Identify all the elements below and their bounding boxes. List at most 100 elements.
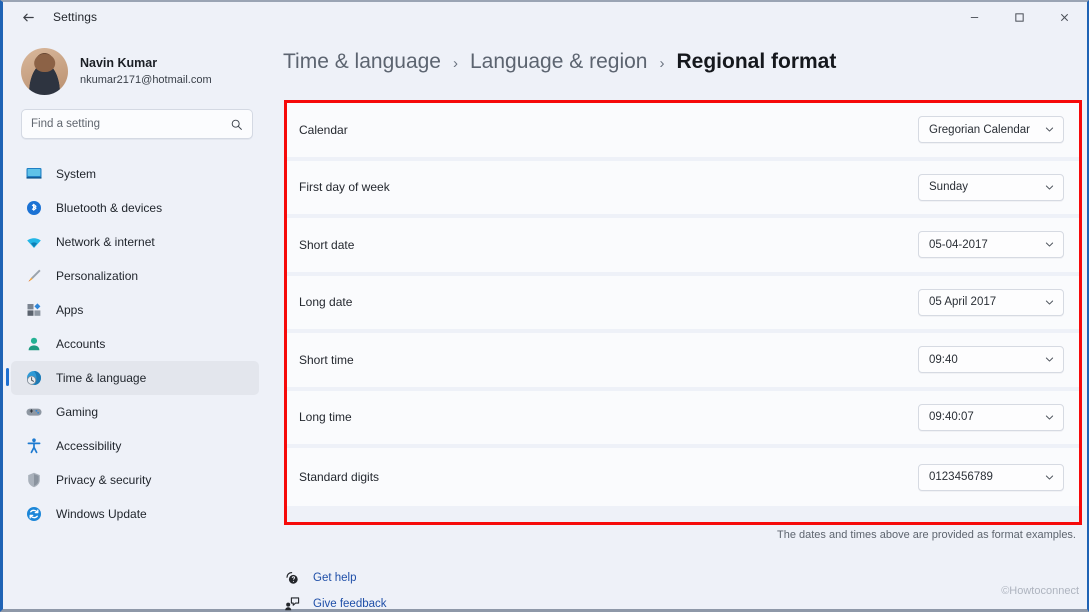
- dropdown-value: 09:40: [929, 353, 958, 366]
- chevron-down-icon: [1045, 127, 1054, 132]
- first-day-of-week-dropdown[interactable]: Sunday: [918, 173, 1064, 201]
- standard-digits-dropdown[interactable]: 0123456789: [918, 463, 1064, 491]
- page-title: Regional format: [676, 50, 837, 73]
- back-arrow-icon[interactable]: [13, 4, 43, 30]
- sidebar-item-label: Apps: [56, 303, 84, 317]
- sidebar-item-label: Accounts: [56, 337, 106, 351]
- format-examples-note: The dates and times above are provided a…: [777, 529, 1076, 541]
- app-title: Settings: [53, 10, 98, 24]
- wifi-icon: [27, 238, 41, 248]
- sidebar-item-gaming[interactable]: Gaming: [11, 395, 259, 429]
- window-controls: [952, 2, 1087, 32]
- paintbrush-icon: [28, 269, 41, 282]
- avatar: [21, 48, 68, 95]
- footer-link-label: Get help: [313, 572, 357, 584]
- sidebar-item-time-language[interactable]: Time & language: [6, 361, 259, 395]
- sidebar-item-label: Gaming: [56, 405, 99, 419]
- dropdown-value: 05 April 2017: [929, 296, 997, 309]
- profile-email: nkumar2171@hotmail.com: [80, 74, 212, 87]
- dropdown-value: 0123456789: [929, 471, 993, 483]
- sidebar-item-personalization[interactable]: Personalization: [11, 259, 259, 293]
- setting-row-calendar: Calendar Gregorian Calendar: [287, 103, 1079, 161]
- settings-window: Settings Navin Kumar nkumar2171@hotmail.…: [0, 0, 1089, 612]
- get-help-link[interactable]: Get help: [284, 565, 387, 591]
- sidebar-item-bluetooth-devices[interactable]: Bluetooth & devices: [11, 191, 259, 225]
- help-question-icon: [286, 572, 298, 584]
- sidebar: Navin Kumar nkumar2171@hotmail.com Syste…: [3, 32, 271, 609]
- setting-row-short-date: Short date 05-04-2017: [287, 218, 1079, 276]
- dropdown-value: Gregorian Calendar: [929, 123, 1031, 136]
- chevron-down-icon: [1045, 300, 1054, 305]
- title-bar: Settings: [3, 2, 1087, 32]
- sidebar-item-label: Bluetooth & devices: [56, 201, 163, 215]
- sidebar-item-accessibility[interactable]: Accessibility: [11, 429, 259, 463]
- chevron-down-icon: [1045, 415, 1054, 420]
- setting-label: First day of week: [299, 180, 390, 195]
- sidebar-item-label: Time & language: [56, 371, 147, 385]
- give-feedback-link[interactable]: Give feedback: [284, 591, 387, 612]
- setting-row-short-time: Short time 09:40: [287, 333, 1079, 391]
- short-date-dropdown[interactable]: 05-04-2017: [918, 231, 1064, 259]
- sidebar-item-network-internet[interactable]: Network & internet: [11, 225, 259, 259]
- maximize-icon[interactable]: [997, 2, 1042, 32]
- sidebar-item-label: Windows Update: [56, 507, 147, 521]
- sidebar-item-windows-update[interactable]: Windows Update: [11, 497, 259, 531]
- watermark: ©Howtoconnect: [1001, 585, 1079, 597]
- search-icon: [231, 119, 242, 130]
- setting-row-standard-digits: Standard digits 0123456789: [287, 448, 1079, 506]
- close-icon[interactable]: [1042, 2, 1087, 32]
- setting-label: Long time: [299, 410, 352, 425]
- chevron-down-icon: [1045, 242, 1054, 247]
- setting-row-first-day-of-week: First day of week Sunday: [287, 160, 1079, 218]
- dropdown-value: Sunday: [929, 181, 969, 194]
- chevron-down-icon: [1045, 185, 1054, 190]
- breadcrumb-separator: ›: [659, 55, 665, 72]
- sidebar-item-label: Personalization: [56, 269, 139, 283]
- person-icon: [28, 337, 40, 351]
- accessibility-icon: [27, 438, 41, 454]
- sidebar-item-privacy-security[interactable]: Privacy & security: [11, 463, 259, 497]
- sidebar-item-apps[interactable]: Apps: [11, 293, 259, 327]
- profile-name: Navin Kumar: [80, 56, 158, 71]
- setting-label: Short time: [299, 352, 354, 367]
- shield-icon: [28, 472, 40, 488]
- calendar-dropdown[interactable]: Gregorian Calendar: [918, 116, 1064, 144]
- short-time-dropdown[interactable]: 09:40: [918, 346, 1064, 374]
- sidebar-item-system[interactable]: System: [11, 157, 259, 191]
- setting-label: Long date: [299, 295, 353, 310]
- clock-globe-icon: [27, 371, 41, 385]
- sidebar-item-label: Network & internet: [56, 235, 155, 249]
- breadcrumb-item-language-region[interactable]: Language & region: [470, 50, 648, 74]
- breadcrumb-separator: ›: [452, 55, 458, 72]
- search-box[interactable]: [21, 109, 253, 139]
- sidebar-item-accounts[interactable]: Accounts: [11, 327, 259, 361]
- sidebar-item-label: System: [56, 167, 97, 181]
- setting-row-long-date: Long date 05 April 2017: [287, 275, 1079, 333]
- footer-links: Get help Give feedback: [284, 565, 387, 612]
- sidebar-item-label: Accessibility: [56, 439, 122, 453]
- chevron-down-icon: [1045, 357, 1054, 362]
- long-time-dropdown[interactable]: 09:40:07: [918, 403, 1064, 431]
- sidebar-item-label: Privacy & security: [56, 473, 152, 487]
- minimize-icon[interactable]: [952, 2, 997, 32]
- sidebar-nav: System Bluetooth & devices Network & int…: [3, 157, 271, 531]
- update-refresh-icon: [27, 507, 41, 521]
- dropdown-value: 05-04-2017: [929, 238, 988, 251]
- breadcrumb: Time & language › Language & region › Re…: [271, 32, 1087, 74]
- setting-label: Standard digits: [299, 470, 380, 484]
- gamepad-icon: [26, 408, 42, 416]
- content-area: Time & language › Language & region › Re…: [271, 32, 1087, 612]
- search-input[interactable]: [31, 118, 230, 130]
- bluetooth-icon: [27, 201, 41, 215]
- feedback-icon: [285, 597, 300, 611]
- chevron-down-icon: [1045, 475, 1054, 480]
- setting-label: Short date: [299, 237, 355, 252]
- apps-grid-icon: [27, 303, 41, 316]
- breadcrumb-item-time-language[interactable]: Time & language: [283, 50, 441, 74]
- regional-format-settings-panel: Calendar Gregorian Calendar First day of…: [284, 100, 1082, 525]
- setting-label: Calendar: [299, 122, 348, 137]
- setting-row-long-time: Long time 09:40:07: [287, 390, 1079, 448]
- footer-link-label: Give feedback: [313, 598, 387, 610]
- user-profile[interactable]: Navin Kumar nkumar2171@hotmail.com: [3, 32, 271, 95]
- long-date-dropdown[interactable]: 05 April 2017: [918, 288, 1064, 316]
